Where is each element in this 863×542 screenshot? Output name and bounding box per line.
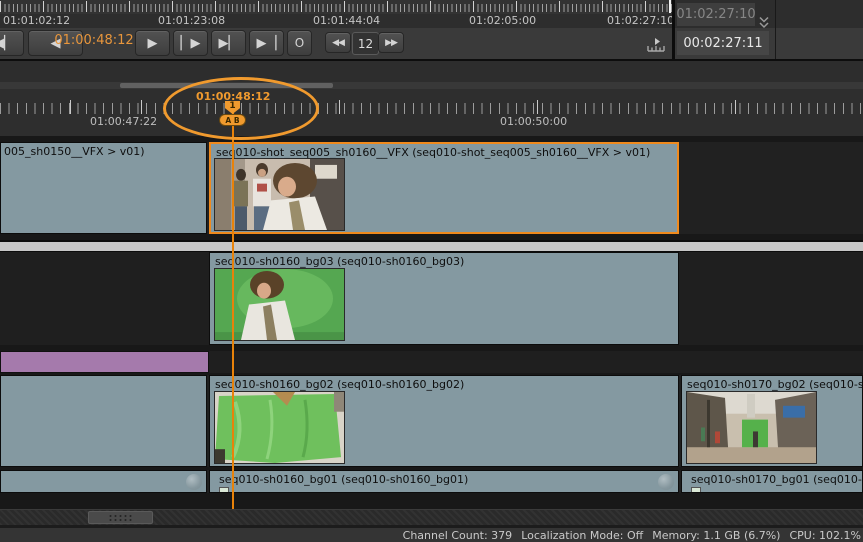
fast-forward-button[interactable]: ▶▶ bbox=[378, 32, 404, 53]
motion-effect-icon bbox=[186, 474, 202, 490]
clip-label: seq010-sh0160_bg02 (seq010-sh0160_bg02) bbox=[215, 378, 464, 391]
track-purple bbox=[0, 351, 863, 373]
motion-effect-icon bbox=[658, 474, 674, 490]
overview-position-cursor[interactable] bbox=[669, 0, 671, 13]
timeline-ruler[interactable]: 01:00:47:22 01:00:50:00 bbox=[0, 89, 863, 136]
rewind-button[interactable]: ◀◀ bbox=[325, 32, 351, 53]
track-v0: seq010-sh0160_bg01 (seq010-sh0160_bg01) … bbox=[0, 470, 863, 493]
sequence-overview-ruler[interactable] bbox=[0, 0, 672, 14]
previous-edit-icon: ◀▏ bbox=[0, 36, 14, 51]
play-in-to-out-icon: ▏▶ bbox=[181, 36, 201, 51]
effect-badge-icon bbox=[691, 487, 701, 493]
timeline-tracks: 005_sh0150__VFX > v01) seq010-shot_seq00… bbox=[0, 136, 863, 509]
overview-tc-4: 01:02:05:00 bbox=[469, 14, 536, 27]
clip-sh0150-vfx[interactable]: 005_sh0150__VFX > v01) bbox=[0, 142, 207, 234]
next-edit-icon: ▶▏ bbox=[219, 36, 239, 51]
transport-toolbar: ◀▏ ◀ 01:00:48:12 ▶ ▏▶ ▶▏ ▶▕ O ◀◀ 12 ▶▶ bbox=[0, 28, 863, 59]
ruler-major-ticks bbox=[0, 100, 863, 114]
mark-clip-icon[interactable] bbox=[646, 36, 666, 54]
clip-label: seq010-sh0170_bg02 (seq010-sh01 bbox=[687, 378, 863, 391]
duration-timecode[interactable]: 00:02:27:11 bbox=[677, 31, 769, 55]
ab-marker-badge[interactable]: A B bbox=[219, 114, 246, 126]
go-to-next-edit-button[interactable]: ▶▏ bbox=[211, 30, 246, 56]
overview-timecode-labels: 01:01:02:12 01:01:23:08 01:01:44:04 01:0… bbox=[0, 13, 672, 28]
panel-divider bbox=[775, 0, 776, 59]
clip-segment[interactable] bbox=[0, 470, 207, 493]
go-to-end-button[interactable]: ▶▕ bbox=[249, 30, 284, 56]
timeline-zoom-slider[interactable] bbox=[0, 82, 863, 89]
timeline-top-gap bbox=[0, 61, 863, 82]
toolbar-divider bbox=[672, 0, 675, 59]
overview-ruler-major-ticks bbox=[0, 1, 672, 12]
overview-tc-3: 01:01:44:04 bbox=[313, 14, 380, 27]
clip-sh0160-bg03[interactable]: seq010-sh0160_bg03 (seq010-sh0160_bg03) bbox=[209, 252, 679, 345]
sequence-end-timecode: 01:02:27:10 bbox=[677, 3, 755, 26]
play-in-to-out-button[interactable]: ▏▶ bbox=[173, 30, 208, 56]
chevron-double-down-icon[interactable] bbox=[757, 15, 771, 30]
track-v2: seq010-sh0160_bg03 (seq010-sh0160_bg03) bbox=[0, 252, 863, 345]
clip-sh0170-bg02[interactable]: seq010-sh0170_bg02 (seq010-sh01 bbox=[681, 375, 863, 467]
status-localization-mode: Localization Mode: Off bbox=[521, 529, 643, 542]
overwrite-button[interactable]: O bbox=[287, 30, 312, 56]
play-button[interactable]: ▶ bbox=[135, 30, 170, 56]
clip-thumbnail-street-panel bbox=[686, 391, 817, 464]
rewind-icon: ◀◀ bbox=[332, 38, 344, 48]
status-bar: Channel Count: 379 Localization Mode: Of… bbox=[0, 528, 863, 542]
horizontal-scrollbar[interactable] bbox=[0, 509, 863, 525]
scrollbar-grip-dots bbox=[108, 514, 134, 522]
overwrite-label: O bbox=[295, 36, 304, 50]
track-v1: seq010-sh0160_bg02 (seq010-sh0160_bg02) bbox=[0, 375, 863, 467]
fast-forward-icon: ▶▶ bbox=[385, 38, 397, 48]
clip-continuation[interactable] bbox=[0, 375, 207, 467]
clip-purple[interactable] bbox=[0, 351, 209, 373]
current-timecode-display[interactable]: 01:00:48:12 bbox=[52, 33, 136, 48]
clip-sh0160-bg01[interactable]: seq010-sh0160_bg01 (seq010-sh0160_bg01) bbox=[209, 470, 679, 493]
clip-sh0170-bg01[interactable]: seq010-sh0170_bg01 (seq010-sh01 bbox=[681, 470, 863, 493]
status-memory: Memory: 1.1 GB (6.7%) bbox=[652, 529, 780, 542]
clip-label: seq010-sh0170_bg01 (seq010-sh01 bbox=[691, 473, 863, 486]
overview-tc-2: 01:01:23:08 bbox=[158, 14, 225, 27]
clip-label: 005_sh0150__VFX > v01) bbox=[4, 145, 145, 158]
track-v3: 005_sh0150__VFX > v01) seq010-shot_seq00… bbox=[0, 142, 863, 234]
clip-label: seq010-sh0160_bg03 (seq010-sh0160_bg03) bbox=[215, 255, 464, 268]
ruler-label-left: 01:00:47:22 bbox=[90, 115, 157, 128]
effect-badge-icon bbox=[219, 487, 229, 493]
overview-tc-5: 01:02:27:10 bbox=[607, 14, 674, 27]
clip-sh0160-vfx-selected[interactable]: seq010-shot_seq005_sh0160__VFX (seq010-s… bbox=[209, 142, 679, 234]
timeline-window: 01:01:02:12 01:01:23:08 01:01:44:04 01:0… bbox=[0, 0, 863, 542]
zoom-slider-handle[interactable] bbox=[120, 83, 333, 88]
ruler-label-right: 01:00:50:00 bbox=[500, 115, 567, 128]
status-cpu: CPU: 102.1% bbox=[789, 529, 861, 542]
frame-offset-field[interactable]: 12 bbox=[352, 32, 379, 55]
playhead-line[interactable] bbox=[232, 111, 234, 509]
scrollbar-handle[interactable] bbox=[88, 511, 153, 524]
play-icon: ▶ bbox=[148, 36, 158, 51]
go-to-end-icon: ▶▕ bbox=[257, 36, 277, 51]
overview-tc-1: 01:01:02:12 bbox=[3, 14, 70, 27]
clip-sh0160-bg02[interactable]: seq010-sh0160_bg02 (seq010-sh0160_bg02) bbox=[209, 375, 679, 467]
go-to-previous-edit-button[interactable]: ◀▏ bbox=[0, 30, 24, 56]
clip-label: seq010-sh0160_bg01 (seq010-sh0160_bg01) bbox=[219, 473, 468, 486]
status-channel-count: Channel Count: 379 bbox=[403, 529, 513, 542]
